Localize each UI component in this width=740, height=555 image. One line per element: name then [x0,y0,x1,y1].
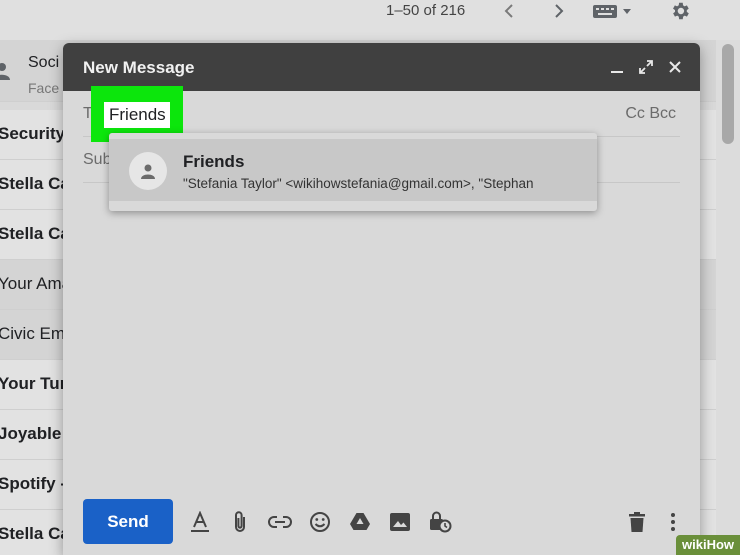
drive-icon[interactable] [347,509,373,535]
autocomplete-dropdown: Friends "Stefania Taylor" <wikihowstefan… [109,133,597,211]
more-options-icon[interactable] [660,509,686,535]
expand-icon[interactable] [634,55,658,79]
email-sender: Spotify - [0,474,66,493]
email-sender: Your Ama [0,274,72,293]
inbox-toolbar: 1–50 of 216 [0,0,740,40]
wikihow-watermark: wikiHow [676,535,740,555]
email-sender: Stella Ca [0,524,70,543]
compose-title: New Message [83,58,195,77]
newer-chevron-right-icon[interactable] [548,0,570,22]
confidential-icon[interactable] [427,509,453,535]
older-chevron-left-icon[interactable] [498,0,520,22]
recipient-chip[interactable]: Friends [104,102,170,128]
minimize-icon[interactable] [605,55,629,79]
suggestion-name: Friends [183,152,245,171]
bcc-link[interactable]: Bcc [649,105,676,122]
email-sender: Security [0,124,66,143]
attach-icon[interactable] [227,509,253,535]
cc-link[interactable]: Cc [625,105,645,122]
photo-icon[interactable] [387,509,413,535]
email-sender: Stella Ca [0,224,70,243]
link-icon[interactable] [267,509,293,535]
subject-label: Sub [83,151,112,168]
email-sender: Joyable I [0,424,71,443]
send-button[interactable]: Send [83,499,173,544]
close-icon[interactable] [663,55,687,79]
keyboard-icon[interactable] [592,0,636,22]
settings-gear-icon[interactable] [668,0,692,22]
delete-icon[interactable] [624,509,650,535]
contact-group-suggestion[interactable]: Friends "Stefania Taylor" <wikihowstefan… [109,139,597,201]
emoji-icon[interactable] [307,509,333,535]
social-category-title: Soci [28,54,60,71]
inbox-scrollbar-thumb[interactable] [722,44,734,144]
suggestion-emails: "Stefania Taylor" <wikihowstefania@gmail… [183,176,534,191]
people-icon [0,62,10,80]
cc-bcc-links: Cc Bcc [625,105,676,123]
contact-avatar-icon [129,152,167,190]
compose-header[interactable]: New Message [63,43,700,91]
pagination-label: 1–50 of 216 [386,2,466,19]
formatting-icon[interactable] [187,509,213,535]
message-body[interactable] [83,187,680,487]
email-sender: Stella Ca [0,174,70,193]
social-category-subtitle: Face [28,80,60,96]
email-sender: Your Tun [0,374,71,393]
